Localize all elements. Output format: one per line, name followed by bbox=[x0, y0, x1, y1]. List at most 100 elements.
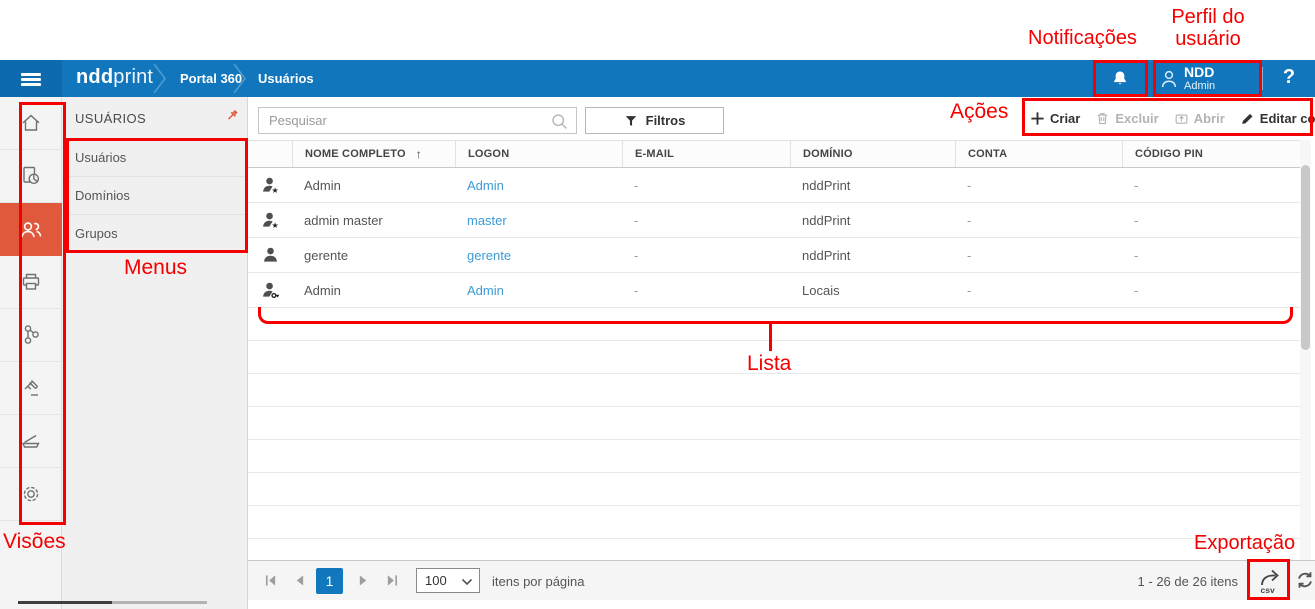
users-list: ★ Admin Admin - nddPrint - - ★ admin mas… bbox=[248, 168, 1300, 308]
gavel-icon bbox=[19, 376, 43, 400]
logon-link[interactable]: master bbox=[467, 213, 507, 228]
delete-button[interactable]: Excluir bbox=[1095, 111, 1158, 126]
plus-icon bbox=[1030, 111, 1045, 126]
sidebar-item-reports[interactable] bbox=[0, 150, 62, 203]
open-button[interactable]: Abrir bbox=[1174, 111, 1225, 126]
logon-link[interactable]: Admin bbox=[467, 178, 504, 193]
hamburger-menu-button[interactable] bbox=[0, 60, 62, 97]
column-header-logon[interactable]: LOGON bbox=[455, 141, 622, 167]
menu-item-usuarios[interactable]: Usuários bbox=[62, 138, 248, 177]
cell-dominio: nddPrint bbox=[790, 238, 955, 272]
column-header-codigo-pin[interactable]: CÓDIGO PIN bbox=[1122, 141, 1300, 167]
notifications-button[interactable] bbox=[1100, 64, 1140, 94]
current-page-button[interactable]: 1 bbox=[316, 568, 343, 594]
cell-dominio: nddPrint bbox=[790, 168, 955, 202]
sidebar-item-hierarchy[interactable] bbox=[0, 309, 62, 362]
filters-label: Filtros bbox=[646, 113, 686, 128]
chevron-down-icon bbox=[461, 578, 473, 586]
search-icon bbox=[550, 112, 569, 131]
sidebar-item-scanner[interactable] bbox=[0, 415, 62, 468]
actions-toolbar: Criar Excluir Abrir Editar colunas bbox=[1030, 103, 1315, 133]
sidebar-item-rules[interactable] bbox=[0, 362, 62, 415]
filter-funnel-icon bbox=[624, 114, 638, 128]
menu-items: Usuários Domínios Grupos bbox=[62, 138, 248, 253]
breadcrumb-usuarios: Usuários bbox=[258, 71, 314, 86]
column-header-conta[interactable]: CONTA bbox=[955, 141, 1122, 167]
logon-link[interactable]: Admin bbox=[467, 283, 504, 298]
user-admin-star-icon: ★ bbox=[261, 176, 280, 195]
scanner-icon bbox=[19, 429, 43, 453]
cell-conta: - bbox=[967, 248, 971, 263]
printer-icon bbox=[19, 270, 43, 294]
menu-item-grupos[interactable]: Grupos bbox=[62, 215, 248, 253]
sidebar-item-home[interactable] bbox=[0, 97, 62, 150]
csv-export-icon: csv bbox=[1256, 566, 1286, 596]
cell-nome: Admin bbox=[292, 168, 455, 202]
column-header-email[interactable]: E-MAIL bbox=[622, 141, 790, 167]
create-button[interactable]: Criar bbox=[1030, 111, 1080, 126]
items-per-page-label: itens por página bbox=[492, 574, 585, 589]
user-local-admin-icon bbox=[261, 281, 280, 300]
top-header-bar: nddprint Portal 360 Usuários NDD Admin ? bbox=[0, 60, 1315, 97]
pencil-icon bbox=[1240, 111, 1255, 126]
column-header-dominio[interactable]: DOMÍNIO bbox=[790, 141, 955, 167]
cell-codigo-pin: - bbox=[1134, 213, 1138, 228]
user-admin-star-icon: ★ bbox=[261, 211, 280, 230]
pin-button[interactable] bbox=[224, 108, 241, 130]
breadcrumb-chevron-icon bbox=[232, 63, 248, 94]
help-button[interactable]: ? bbox=[1276, 66, 1302, 89]
bell-icon bbox=[1110, 68, 1130, 90]
items-range-label: 1 - 26 de 26 itens bbox=[1138, 574, 1238, 589]
cell-dominio: nddPrint bbox=[790, 203, 955, 237]
person-icon bbox=[1158, 68, 1180, 90]
table-row[interactable]: ★ admin master master - nddPrint - - bbox=[248, 203, 1300, 238]
users-icon bbox=[18, 218, 44, 242]
cell-nome: Admin bbox=[292, 273, 455, 307]
hamburger-icon bbox=[21, 73, 41, 76]
menu-item-dominios[interactable]: Domínios bbox=[62, 177, 248, 215]
gear-icon bbox=[19, 482, 43, 506]
users-menu-panel: USUÁRIOS Usuários Domínios Grupos bbox=[62, 97, 248, 609]
next-page-button[interactable] bbox=[358, 574, 369, 587]
first-page-button[interactable] bbox=[264, 574, 277, 587]
search-box bbox=[258, 107, 577, 134]
table-row[interactable]: Admin Admin - Locais - - bbox=[248, 273, 1300, 308]
table-row[interactable]: ★ Admin Admin - nddPrint - - bbox=[248, 168, 1300, 203]
profile-name: NDD bbox=[1184, 64, 1214, 80]
search-input[interactable] bbox=[259, 108, 559, 133]
cell-nome: gerente bbox=[292, 238, 455, 272]
svg-text:★: ★ bbox=[271, 186, 278, 195]
pagination-bar: 1 100 itens por página 1 - 26 de 26 iten… bbox=[248, 560, 1315, 600]
export-csv-button[interactable]: csv bbox=[1256, 566, 1286, 596]
cell-email: - bbox=[634, 248, 638, 263]
filters-button[interactable]: Filtros bbox=[585, 107, 724, 134]
sidebar-item-users[interactable] bbox=[0, 203, 62, 256]
app-root: nddprint Portal 360 Usuários NDD Admin ? bbox=[0, 0, 1315, 609]
user-profile-button[interactable]: NDD Admin bbox=[1153, 60, 1259, 97]
logon-link[interactable]: gerente bbox=[467, 248, 511, 263]
window-bottom-edge-light bbox=[112, 601, 207, 604]
refresh-button[interactable] bbox=[1294, 569, 1315, 591]
annotation-actions-label: Ações bbox=[950, 101, 1008, 123]
table-row[interactable]: gerente gerente - nddPrint - - bbox=[248, 238, 1300, 273]
column-header-icon bbox=[248, 141, 292, 167]
cell-conta: - bbox=[967, 283, 971, 298]
edit-columns-button[interactable]: Editar colunas bbox=[1240, 111, 1315, 126]
cell-email: - bbox=[634, 178, 638, 193]
nddprint-logo: nddprint bbox=[76, 66, 153, 89]
last-page-button[interactable] bbox=[386, 574, 399, 587]
annotation-profile-label: Perfil do usuário bbox=[1150, 6, 1266, 50]
cell-codigo-pin: - bbox=[1134, 248, 1138, 263]
sidebar-item-printers[interactable] bbox=[0, 256, 62, 309]
cell-email: - bbox=[634, 213, 638, 228]
trash-icon bbox=[1095, 111, 1110, 126]
breadcrumb-chevron-icon bbox=[152, 63, 168, 94]
previous-page-button[interactable] bbox=[294, 574, 305, 587]
column-header-nome-completo[interactable]: NOME COMPLETO↑ bbox=[292, 141, 455, 167]
sidebar-item-settings[interactable] bbox=[0, 468, 62, 521]
page-size-select[interactable]: 100 bbox=[416, 568, 480, 593]
cell-codigo-pin: - bbox=[1134, 283, 1138, 298]
user-icon bbox=[261, 246, 280, 265]
scrollbar-thumb[interactable] bbox=[1301, 165, 1310, 350]
cell-dominio: Locais bbox=[790, 273, 955, 307]
